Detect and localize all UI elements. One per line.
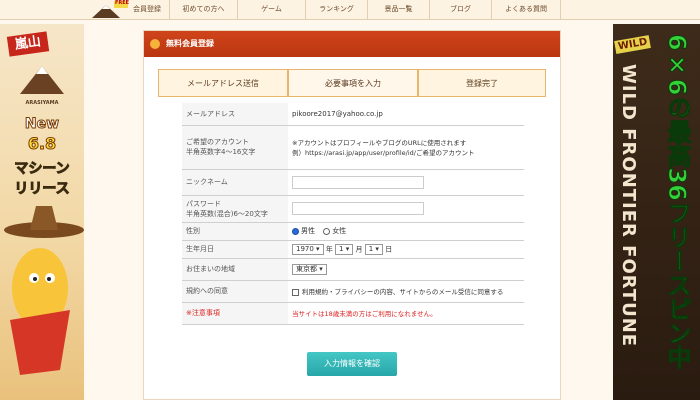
title-bullet-icon (150, 39, 160, 49)
email-label: メールアドレス (182, 103, 288, 126)
account-label: ご希望のアカウント 半角英数字4〜16文字 (182, 125, 288, 170)
gender-label: 性別 (182, 222, 288, 241)
progress-steps: メールアドレス送信 必要事項を入力 登録完了 (158, 69, 546, 97)
nav-item-faq[interactable]: よくある質問 (491, 0, 561, 20)
top-navigation: FREE 会員登録 初めての方へ ゲーム ランキング 景品一覧 ブログ よくある… (0, 0, 700, 20)
birth-month-value: 1 (339, 244, 344, 253)
step-email: メールアドレス送信 (158, 69, 288, 97)
panel-title: 無料会員登録 (166, 39, 214, 48)
account-cell: ※アカウントはプロフィールやブログのURLに使用されます 例）https://a… (288, 125, 524, 170)
nav-item-beginners[interactable]: 初めての方へ (169, 0, 237, 20)
gender-male-radio[interactable] (292, 227, 299, 235)
nickname-label: ニックネーム (182, 169, 288, 196)
terms-label: 規約への同意 (182, 280, 288, 303)
gender-female-radio[interactable] (323, 227, 331, 235)
banner-line2: リリース (14, 181, 70, 198)
cowboy-character-icon (4, 206, 84, 375)
mountain-icon (20, 66, 64, 94)
banner-title-vertical: WILD FRONTIER FORTUNE (619, 64, 639, 348)
account-note-1: ※アカウントはプロフィールやブログのURLに使用されます (292, 139, 467, 147)
gender-male-label[interactable]: 男性 (301, 227, 315, 235)
region-value: 東京都 (296, 264, 317, 273)
step-complete: 登録完了 (418, 69, 546, 97)
region-label: お住まいの地域 (182, 258, 288, 281)
nav-item-register[interactable]: 会員登録 (125, 0, 169, 20)
birth-day-value: 1 (368, 244, 374, 253)
left-ad-banner[interactable]: 嵐山 ARASIYAMA New 6.8 マシーン リリース (0, 24, 84, 400)
password-label-line1: パスワード (186, 199, 221, 208)
nav-item-ranking[interactable]: ランキング (305, 0, 367, 20)
region-select[interactable]: 東京都 ▾ (292, 263, 327, 275)
banner-brand: 嵐山 (6, 31, 50, 57)
account-label-line1: ご希望のアカウント (186, 138, 249, 146)
nav-item-games[interactable]: ゲーム (237, 0, 305, 20)
registration-form: メールアドレス pikoore2017@yahoo.co.jp ご希望のアカウン… (182, 103, 524, 325)
terms-text[interactable]: 利用規約・プライバシーの内容、サイトからのメール受信に同意する (302, 288, 503, 296)
year-unit: 年 (325, 245, 333, 253)
gender-female-label[interactable]: 女性 (332, 227, 346, 235)
banner-line1: マシーン (14, 161, 70, 178)
banner-new-label: New (24, 116, 60, 133)
step-input: 必要事項を入力 (288, 69, 418, 97)
birth-year-select[interactable]: 1970 ▾ (292, 243, 324, 255)
birth-month-select[interactable]: 1 ▾ (335, 243, 354, 255)
day-unit: 日 (385, 245, 393, 253)
terms-checkbox[interactable] (292, 288, 299, 296)
row-gender: 性別 男性 女性 (182, 222, 524, 241)
notice-label: ※注意事項 (182, 302, 288, 325)
site-logo[interactable]: FREE (88, 0, 130, 20)
birth-year-value: 1970 (296, 244, 314, 253)
panel-title-bar: 無料会員登録 (144, 31, 560, 57)
row-account: ご希望のアカウント 半角英数字4〜16文字 ※アカウントはプロフィールやブログの… (182, 125, 524, 170)
birthday-label: 生年月日 (182, 240, 288, 259)
row-email: メールアドレス pikoore2017@yahoo.co.jp (182, 103, 524, 126)
row-region: お住まいの地域 東京都 ▾ (182, 258, 524, 281)
row-password: パスワード 半角英数(混合)6〜20文字 (182, 195, 524, 223)
notice-text: 当サイトは18歳未満の方はご利用になれません。 (288, 302, 524, 325)
right-ad-banner[interactable]: WILD WILD FRONTIER FORTUNE 6×6の最高36フリースピ… (613, 24, 700, 400)
nickname-input[interactable] (292, 175, 424, 189)
confirm-button[interactable]: 入力情報を確認 (307, 352, 397, 376)
banner-wild-tag: WILD (614, 35, 652, 54)
password-label: パスワード 半角英数(混合)6〜20文字 (182, 195, 288, 223)
banner-brand-sub: ARASIYAMA (25, 100, 59, 106)
banner-version: 6.8 (27, 134, 57, 154)
row-nickname: ニックネーム (182, 169, 524, 196)
banner-promo-vertical: 6×6の最高36フリースピン中は...を回 (663, 34, 692, 369)
password-input[interactable] (292, 202, 424, 215)
birth-day-select[interactable]: 1 ▾ (364, 243, 383, 255)
nav-item-blog[interactable]: ブログ (429, 0, 491, 20)
row-terms: 規約への同意 利用規約・プライバシーの内容、サイトからのメール受信に同意する (182, 280, 524, 303)
row-notice: ※注意事項 当サイトは18歳未満の方はご利用になれません。 (182, 302, 524, 325)
account-label-line2: 半角英数字4〜16文字 (186, 148, 256, 156)
registration-panel: 無料会員登録 メールアドレス送信 必要事項を入力 登録完了 メールアドレス pi… (143, 30, 561, 400)
row-birthday: 生年月日 1970 ▾ 年 1 ▾ 月 1 ▾ 日 (182, 240, 524, 259)
month-unit: 月 (355, 245, 363, 253)
nav-item-prizes[interactable]: 景品一覧 (367, 0, 429, 20)
email-value: pikoore2017@yahoo.co.jp (288, 103, 524, 126)
account-note-2: 例）https://arasi.jp/app/user/profile/id/ご… (292, 149, 475, 157)
password-label-line2: 半角英数(混合)6〜20文字 (186, 209, 268, 218)
